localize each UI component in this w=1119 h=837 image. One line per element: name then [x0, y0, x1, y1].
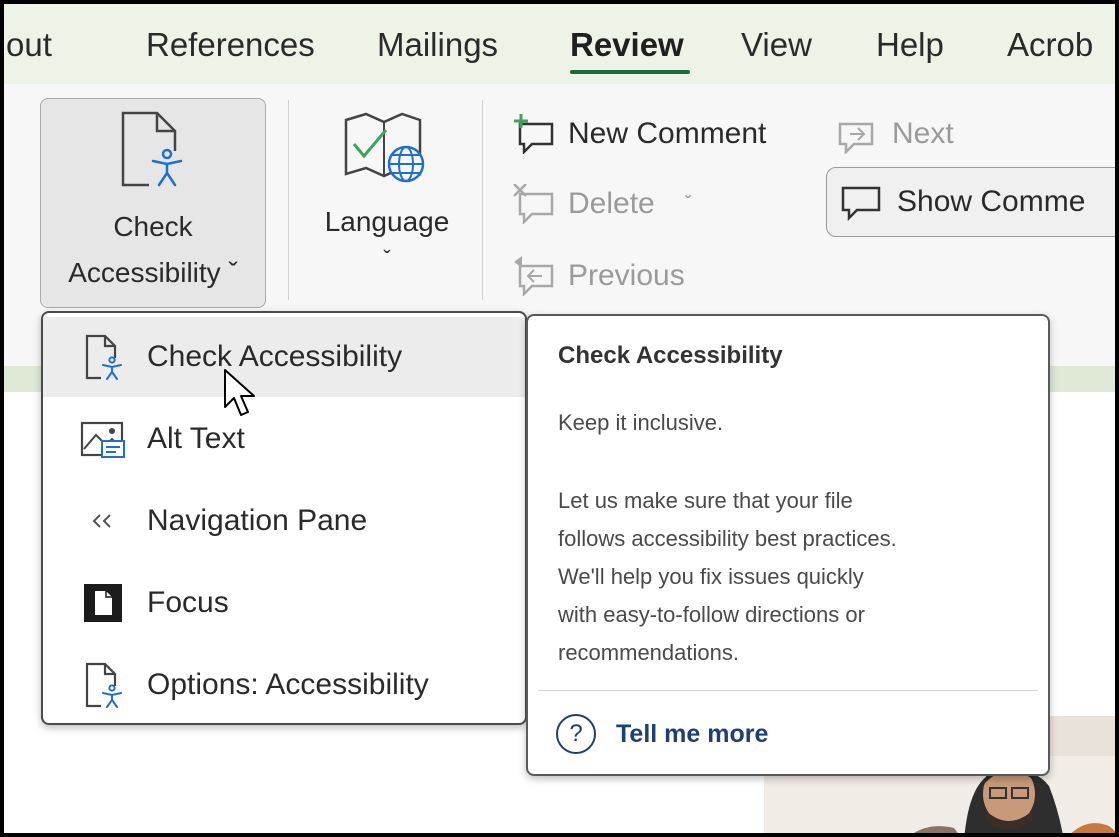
menu-item-check-accessibility[interactable]: Check Accessibility — [43, 317, 525, 397]
tab-acrobat[interactable]: Acrob — [1007, 26, 1093, 64]
group-separator — [288, 100, 289, 300]
delete-chevron-icon[interactable]: ˇ — [685, 193, 692, 216]
tooltip-subtitle: Keep it inclusive. — [558, 410, 724, 435]
tooltip-body-line: recommendations. — [558, 640, 739, 665]
tooltip-divider — [538, 690, 1038, 691]
menu-item-focus[interactable]: Focus — [43, 563, 525, 643]
ribbon-tab-bar: out References Mailings Review View Help… — [4, 4, 1115, 84]
menu-item-label: Focus — [147, 586, 229, 619]
menu-item-label: Options: Accessibility — [147, 668, 429, 701]
tooltip-body-line: follows accessibility best practices. — [558, 526, 897, 551]
delete-comment-icon — [513, 184, 554, 224]
menu-item-navigation-pane[interactable]: Navigation Pane — [43, 481, 525, 561]
tooltip-body-line: with easy-to-follow directions or — [558, 602, 865, 627]
language-icon — [344, 112, 425, 183]
tab-references[interactable]: References — [146, 26, 315, 64]
previous-comment-button[interactable]: Previous — [512, 256, 685, 296]
menu-item-label: Navigation Pane — [147, 504, 368, 537]
navigation-pane-icon — [92, 514, 111, 528]
mouse-cursor-icon — [224, 369, 255, 416]
language-label: Language — [324, 206, 450, 237]
active-tab-indicator — [570, 70, 690, 74]
language-chevron-icon: ˇ — [383, 246, 391, 271]
tab-view[interactable]: View — [741, 26, 812, 64]
next-comment-icon — [838, 122, 874, 154]
delete-comment-button[interactable]: Delete ˇ — [512, 184, 691, 224]
check-accessibility-label-line2: Accessibility ˇ — [68, 257, 238, 288]
next-comment-label: Next — [892, 117, 954, 150]
new-comment-icon — [514, 114, 554, 154]
check-accessibility-icon — [121, 111, 187, 187]
next-comment-button[interactable]: Next — [836, 114, 954, 154]
tab-help[interactable]: Help — [876, 26, 944, 64]
app-window: out References Mailings Review View Help… — [0, 0, 1119, 837]
check-accessibility-label-line1: Check — [113, 211, 193, 242]
tell-me-more-link[interactable]: ? Tell me more — [556, 714, 768, 754]
help-question-icon: ? — [556, 714, 596, 754]
tab-layout[interactable]: out — [6, 26, 52, 64]
check-accessibility-button[interactable]: Check Accessibility ˇ — [40, 98, 266, 308]
menu-item-alt-text[interactable]: Alt Text — [43, 399, 525, 479]
delete-comment-label: Delete — [568, 187, 655, 220]
options-accessibility-icon — [85, 662, 123, 708]
new-comment-button[interactable]: New Comment — [512, 114, 766, 154]
check-accessibility-tooltip: Check Accessibility Keep it inclusive. L… — [526, 314, 1050, 776]
check-accessibility-menu: Check Accessibility Alt Text Navigation … — [41, 311, 527, 725]
previous-comment-label: Previous — [568, 259, 685, 292]
tab-review[interactable]: Review — [570, 26, 684, 64]
show-comments-button[interactable]: Show Comme — [826, 167, 1115, 237]
focus-icon — [84, 584, 122, 622]
alt-text-icon — [80, 421, 125, 458]
tooltip-body-line: We'll help you fix issues quickly — [558, 564, 864, 589]
group-separator — [482, 100, 483, 300]
new-comment-label: New Comment — [568, 117, 767, 150]
tooltip-title: Check Accessibility — [558, 342, 783, 369]
previous-comment-icon — [514, 256, 554, 296]
check-accessibility-icon — [85, 334, 123, 380]
tell-me-more-label: Tell me more — [616, 719, 769, 748]
tooltip-body-line: Let us make sure that your file — [558, 488, 853, 513]
menu-item-options-accessibility[interactable]: Options: Accessibility — [43, 645, 525, 725]
language-button[interactable]: Language ˇ — [302, 98, 472, 308]
menu-item-label: Alt Text — [147, 422, 245, 455]
menu-item-label: Check Accessibility — [147, 340, 403, 373]
tab-mailings[interactable]: Mailings — [377, 26, 498, 64]
show-comments-icon — [841, 186, 881, 222]
show-comments-label: Show Comme — [897, 185, 1086, 218]
